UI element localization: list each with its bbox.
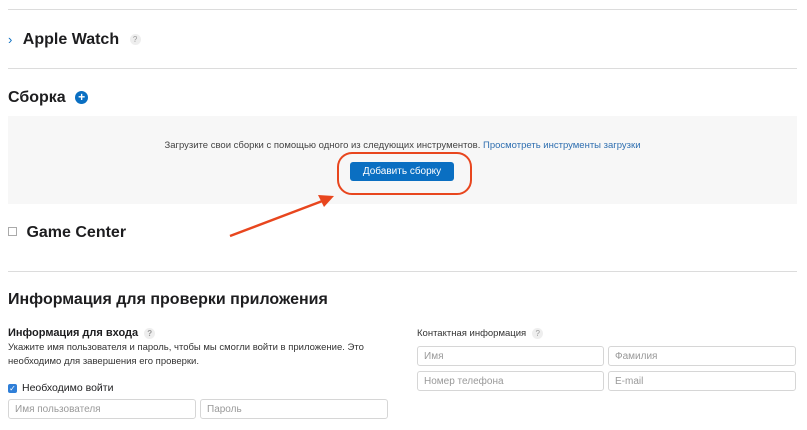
annotation-overlay xyxy=(229,152,472,238)
annotation-ellipse xyxy=(337,152,472,195)
annotation-arrow xyxy=(229,198,326,238)
